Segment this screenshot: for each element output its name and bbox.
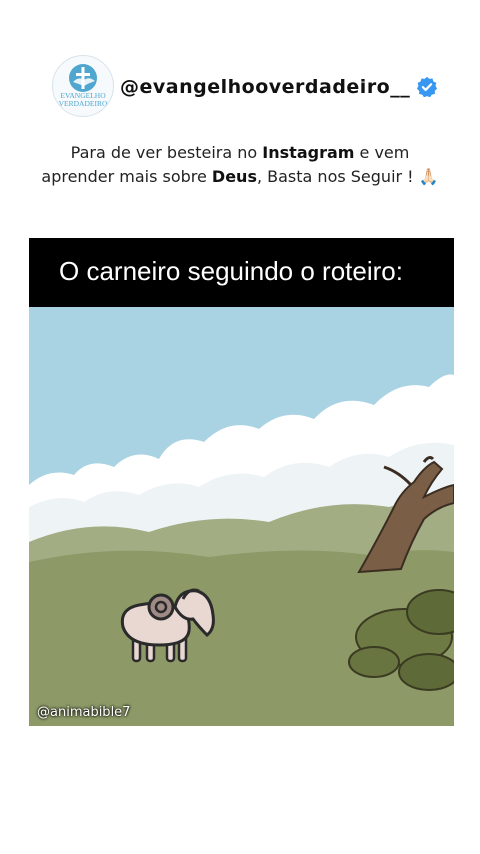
video-watermark: @animabible7 [37, 705, 131, 720]
caption-bold-instagram: Instagram [262, 143, 355, 162]
post-header: EVANGELHO VERDADEIRO @evangelhooverdadei… [0, 50, 480, 130]
video-player[interactable]: O carneiro seguindo o roteiro: @animabib… [29, 238, 454, 726]
profile-avatar[interactable]: EVANGELHO VERDADEIRO [52, 55, 114, 117]
avatar-text-line2: VERDADEIRO [58, 99, 108, 108]
username-row: @evangelhooverdadeiro__ [120, 76, 438, 98]
cartoon-scene [29, 307, 454, 726]
caption-bold-deus: Deus [211, 167, 257, 186]
verified-badge-icon [417, 76, 438, 98]
caption-text: , Basta nos Seguir ! 🙏🏻 [256, 167, 439, 186]
caption-text: Para de ver besteira no [70, 143, 263, 162]
post-caption: Para de ver besteira no Instagram e vem … [40, 141, 440, 189]
video-title: O carneiro seguindo o roteiro: [59, 256, 403, 286]
username[interactable]: @evangelhooverdadeiro__ [120, 76, 410, 98]
video-title-bar: O carneiro seguindo o roteiro: [29, 238, 454, 307]
